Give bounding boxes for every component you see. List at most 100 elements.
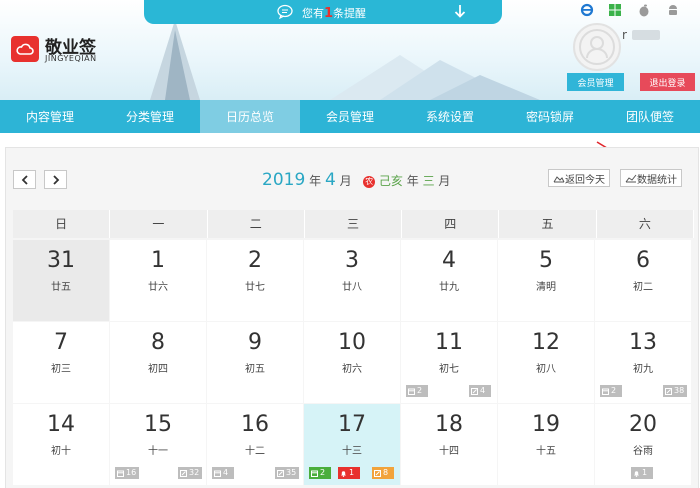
- lunar-date: 廿六: [148, 282, 168, 293]
- header: 敬业签 JINGYEQIAN 您有1条提醒 r 会员管理 退出登录: [0, 0, 700, 100]
- weekday-thu: 四: [402, 210, 500, 238]
- calendar-day-4[interactable]: 4 廿九: [401, 240, 497, 321]
- next-month-button[interactable]: [44, 170, 67, 189]
- day-number: 1: [151, 248, 165, 273]
- calendar-day-19[interactable]: 19 十五: [498, 404, 594, 485]
- lunar-year-unit: 年: [406, 174, 419, 188]
- edit-icon: [665, 387, 672, 395]
- weekday-fri: 五: [499, 210, 597, 238]
- edit-count-badge[interactable]: 4: [469, 385, 491, 397]
- calendar-day-8[interactable]: 8 初四: [110, 322, 206, 403]
- calendar-count-badge[interactable]: 4: [212, 467, 234, 479]
- lunar-date: 谷雨: [633, 446, 653, 457]
- weekday-sun: 日: [13, 210, 111, 238]
- back-to-today-button[interactable]: 返回今天: [548, 169, 610, 187]
- reminder-bar[interactable]: 您有1条提醒: [144, 0, 502, 24]
- chat-bubble-icon: [277, 4, 293, 19]
- calendar-day-15[interactable]: 15 十一 16 32: [110, 404, 206, 485]
- bell-icon: [633, 470, 640, 477]
- lunar-date: 廿八: [342, 282, 362, 293]
- arrow-down-icon[interactable]: [454, 4, 466, 18]
- nav-system-settings[interactable]: 系统设置: [400, 100, 500, 133]
- lunar-date: 初三: [51, 364, 71, 375]
- edit-count-badge[interactable]: 8: [372, 467, 394, 479]
- calendar-count-badge[interactable]: 2: [309, 467, 331, 479]
- badge-count: 4: [223, 468, 229, 477]
- calendar-count-badge[interactable]: 2: [406, 385, 428, 397]
- calendar-day-11[interactable]: 11 初七 2 4: [401, 322, 497, 403]
- calendar-icon: [408, 388, 415, 395]
- bell-count-badge[interactable]: 1: [631, 467, 653, 479]
- calendar-day-18[interactable]: 18 十四: [401, 404, 497, 485]
- android-icon[interactable]: [666, 2, 680, 16]
- bell-count-badge[interactable]: 1: [338, 467, 360, 479]
- windows-icon[interactable]: [608, 2, 622, 16]
- logout-button[interactable]: 退出登录: [640, 73, 695, 91]
- badge-count: 35: [286, 468, 297, 477]
- lunar-year: 己亥: [378, 174, 403, 188]
- user-avatar-icon: [579, 29, 615, 65]
- calendar-count-badge[interactable]: 16: [115, 467, 140, 479]
- lunar-badge: 农: [363, 175, 376, 188]
- calendar-day-2[interactable]: 2 廿七: [207, 240, 303, 321]
- calendar-day-31[interactable]: 31 廿五: [13, 240, 109, 321]
- nav-member-management[interactable]: 会员管理: [300, 100, 400, 133]
- chevron-right-icon: [52, 174, 59, 185]
- calendar-icon: [214, 470, 221, 477]
- calendar-day-20[interactable]: 20 谷雨 1: [595, 404, 691, 485]
- calendar-count-badge[interactable]: 2: [600, 385, 622, 397]
- avatar[interactable]: [573, 23, 621, 71]
- year-value: 2019: [262, 170, 306, 190]
- calendar-icon: [117, 470, 124, 477]
- edit-count-badge[interactable]: 35: [275, 467, 300, 479]
- calendar-day-10[interactable]: 10 初六: [304, 322, 400, 403]
- calendar-day-13[interactable]: 13 初九 2 38: [595, 322, 691, 403]
- badge-count: 2: [320, 468, 326, 477]
- member-management-button[interactable]: 会员管理: [567, 73, 624, 91]
- day-number: 7: [54, 330, 68, 355]
- apple-icon[interactable]: [637, 2, 651, 17]
- edit-count-badge[interactable]: 32: [178, 467, 203, 479]
- username: r: [622, 28, 627, 42]
- calendar-day-1[interactable]: 1 廿六: [110, 240, 206, 321]
- calendar-day-3[interactable]: 3 廿八: [304, 240, 400, 321]
- lunar-date: 十二: [245, 446, 265, 457]
- weekday-mon: 一: [110, 210, 208, 238]
- calendar-day-14[interactable]: 14 初十: [13, 404, 109, 485]
- calendar-day-7[interactable]: 7 初三: [13, 322, 109, 403]
- main-nav: 内容管理 分类管理 日历总览 会员管理 系统设置 密码锁屏 团队便签: [0, 100, 700, 133]
- calendar-day-17[interactable]: 17 十三 2 1 8: [304, 404, 400, 485]
- calendar-day-16[interactable]: 16 十二 4 35: [207, 404, 303, 485]
- nav-password-lock[interactable]: 密码锁屏: [500, 100, 600, 133]
- nav-category-management[interactable]: 分类管理: [100, 100, 200, 133]
- nav-content-management[interactable]: 内容管理: [0, 100, 100, 133]
- lunar-date: 十四: [439, 446, 459, 457]
- edit-count-badge[interactable]: 38: [663, 385, 688, 397]
- edit-icon: [277, 469, 284, 477]
- day-number: 17: [338, 412, 366, 437]
- calendar-day-12[interactable]: 12 初八: [498, 322, 594, 403]
- prev-month-button[interactable]: [13, 170, 36, 189]
- calendar-day-5[interactable]: 5 清明: [498, 240, 594, 321]
- month-value: 4: [324, 170, 336, 190]
- logo[interactable]: [11, 36, 39, 62]
- badge-count: 38: [674, 386, 685, 395]
- day-number: 2: [248, 248, 262, 273]
- calendar-day-6[interactable]: 6 初二: [595, 240, 691, 321]
- day-number: 11: [435, 330, 463, 355]
- data-stats-button[interactable]: 数据统计: [620, 169, 682, 187]
- cloud-logo-icon: [16, 43, 34, 55]
- day-number: 14: [47, 412, 75, 437]
- ie-icon[interactable]: [580, 2, 594, 17]
- month-unit: 月: [339, 174, 352, 188]
- calendar-day-9[interactable]: 9 初五: [207, 322, 303, 403]
- nav-team-notes[interactable]: 团队便签: [600, 100, 700, 133]
- badge-count: 4: [480, 386, 486, 395]
- nav-calendar-overview[interactable]: 日历总览: [200, 100, 300, 133]
- lunar-date: 廿五: [51, 282, 71, 293]
- lunar-date: 初四: [148, 364, 168, 375]
- reminder-count: 1: [324, 6, 334, 21]
- weekday-tue: 二: [208, 210, 305, 238]
- edit-icon: [471, 387, 478, 395]
- landscape-icon: [553, 175, 565, 182]
